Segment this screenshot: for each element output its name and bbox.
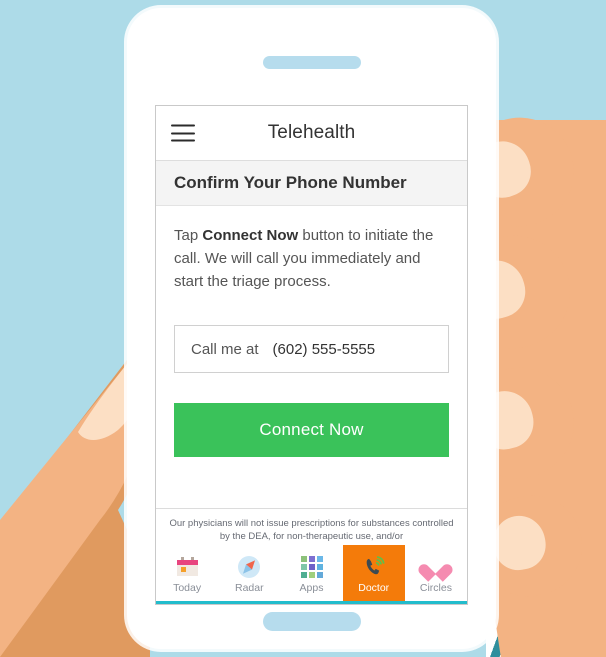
tab-circles[interactable]: Circles: [405, 545, 467, 601]
illustration-scene: Telehealth Confirm Your Phone Number Tap…: [0, 0, 606, 657]
instruction-prefix: Tap: [174, 227, 203, 244]
tab-doctor-label: Doctor: [358, 581, 390, 594]
tab-radar[interactable]: Radar: [218, 545, 280, 601]
phone-speaker: [262, 56, 361, 69]
instruction-bold: Connect Now: [202, 227, 299, 244]
apps-grid-icon: [300, 555, 324, 579]
disclaimer-text: Our physicians will not issue prescripti…: [156, 508, 467, 545]
tab-radar-label: Radar: [235, 581, 264, 594]
bottom-tabbar: Today Radar Apps Doctor Circles: [156, 545, 467, 604]
heart-icon: [424, 555, 448, 579]
tab-today-label: Today: [173, 581, 202, 594]
instruction-text: Tap Connect Now button to initiate the c…: [174, 224, 449, 293]
tab-today[interactable]: Today: [156, 545, 218, 601]
calendar-icon: [175, 555, 199, 579]
page-subheader: Confirm Your Phone Number: [156, 161, 467, 206]
tab-circles-label: Circles: [419, 581, 452, 594]
phone-home-indicator[interactable]: [262, 612, 361, 631]
connect-now-button[interactable]: Connect Now: [174, 403, 449, 457]
app-title: Telehealth: [267, 122, 356, 143]
hamburger-menu-icon[interactable]: [171, 124, 195, 142]
tab-apps[interactable]: Apps: [280, 545, 342, 601]
phone-field-label: Call me at: [191, 340, 259, 358]
phone-field-value[interactable]: (602) 555-5555: [273, 341, 376, 358]
app-navbar: Telehealth: [156, 106, 467, 161]
compass-icon: [237, 555, 261, 579]
page-title: Confirm Your Phone Number: [174, 173, 407, 192]
phone-device: Telehealth Confirm Your Phone Number Tap…: [127, 8, 496, 649]
tab-doctor[interactable]: Doctor: [342, 545, 405, 601]
tab-apps-label: Apps: [299, 581, 324, 594]
screen-content: Tap Connect Now button to initiate the c…: [156, 206, 467, 508]
phone-number-input[interactable]: Call me at (602) 555-5555: [174, 325, 449, 373]
phone-screen: Telehealth Confirm Your Phone Number Tap…: [155, 105, 468, 605]
phone-call-icon: [362, 555, 386, 579]
